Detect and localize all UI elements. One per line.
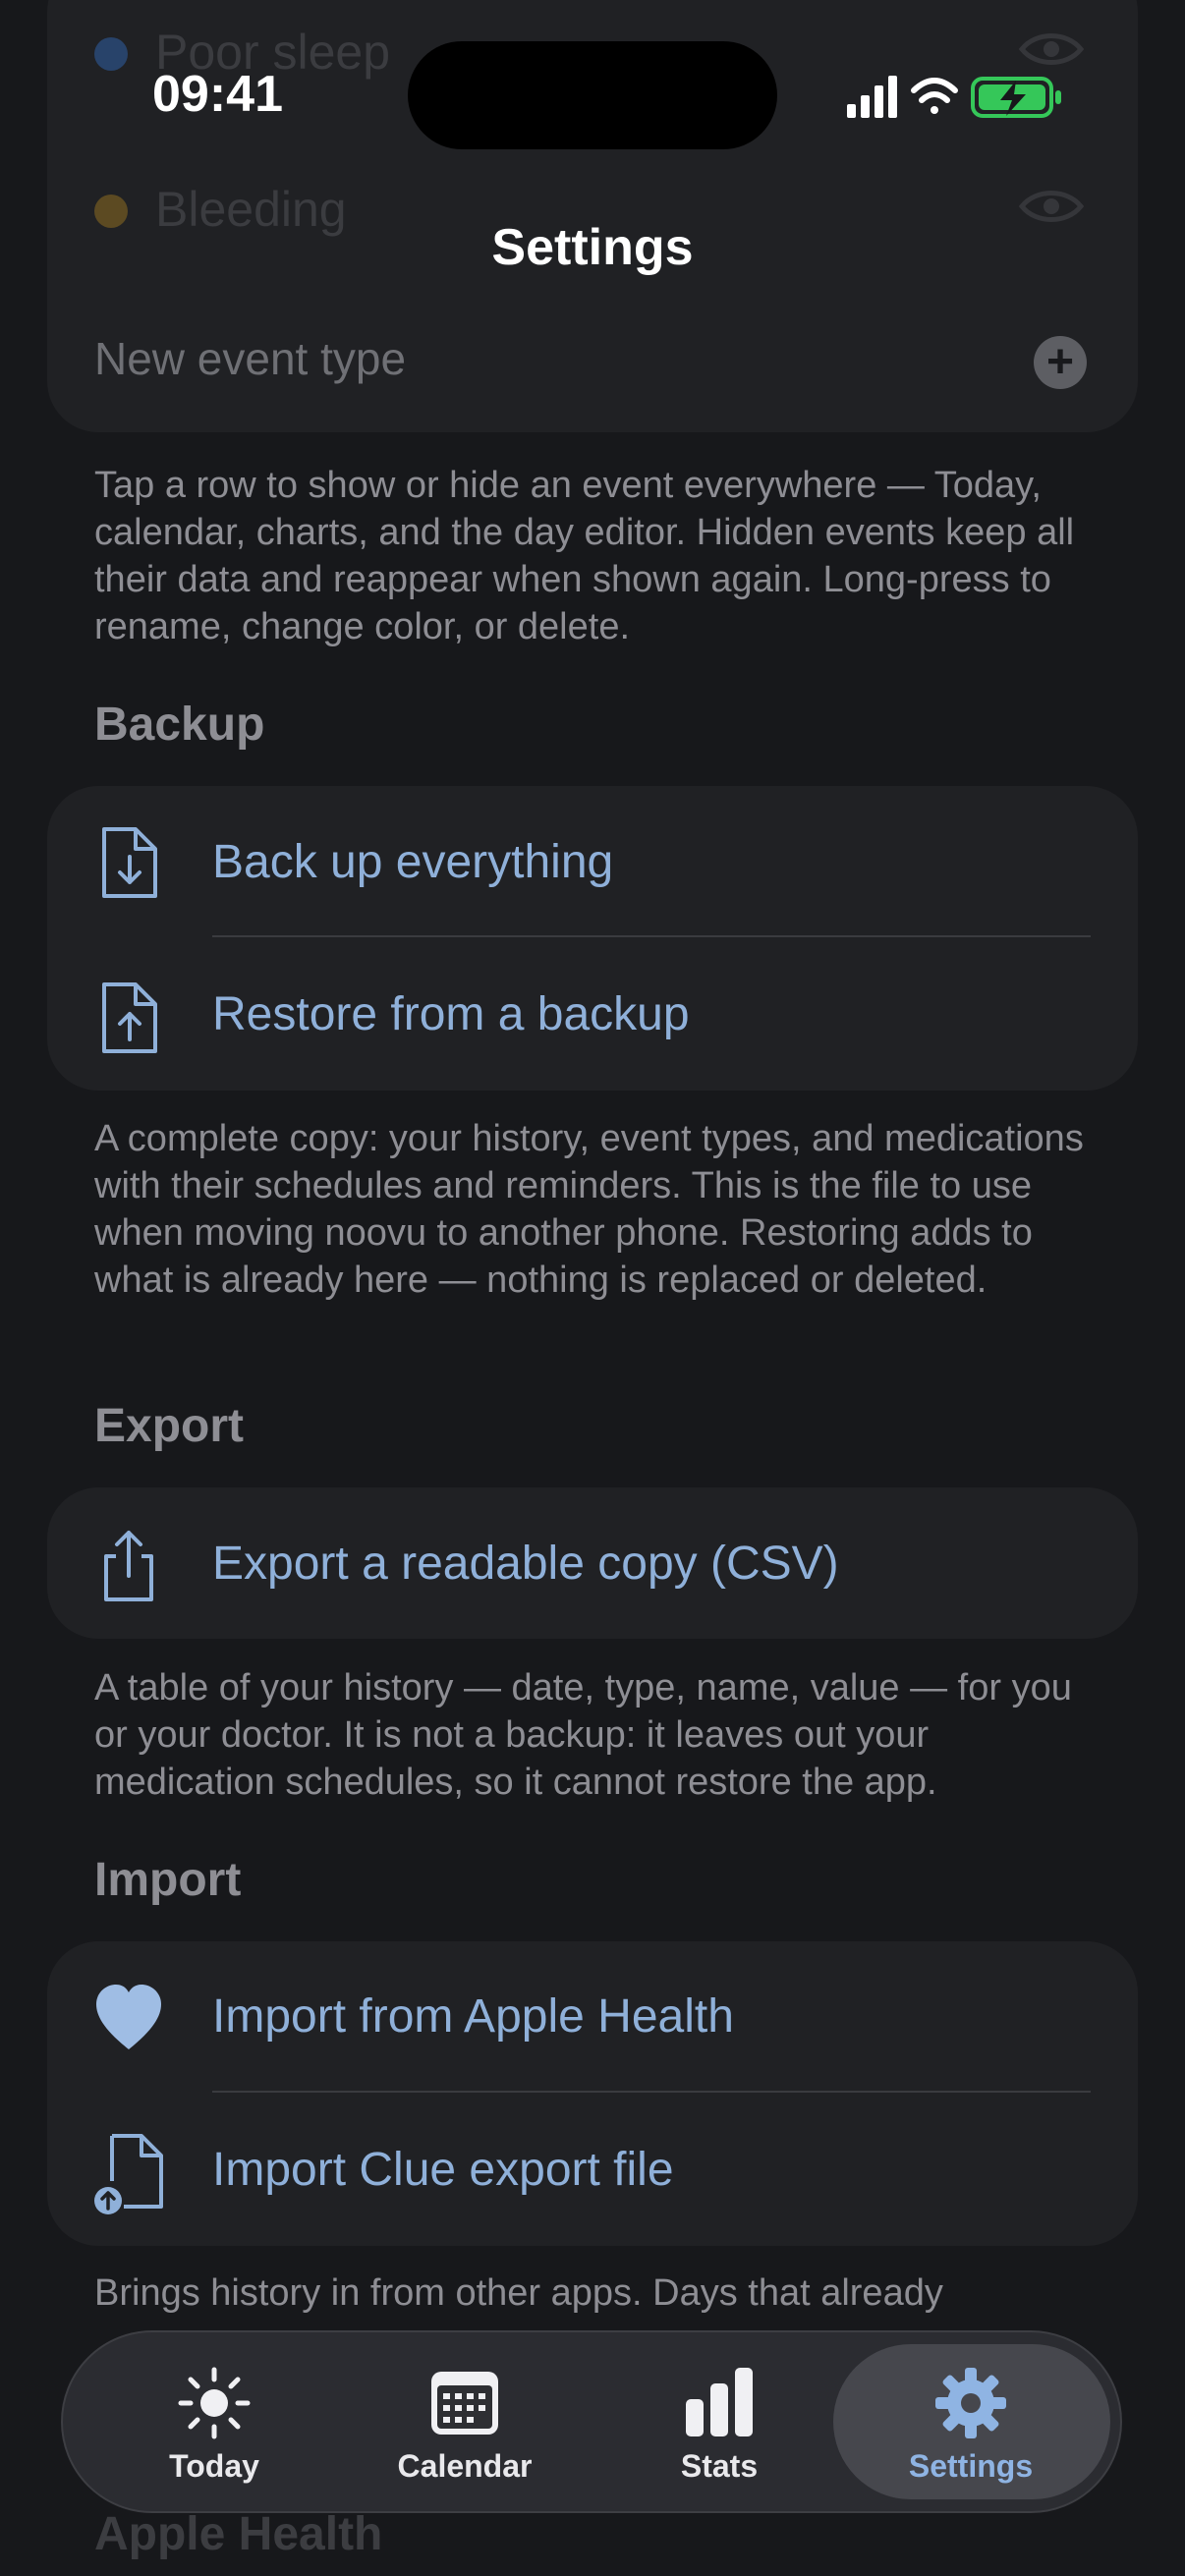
section-title-apple-health: Apple Health: [94, 2508, 383, 2560]
eye-icon[interactable]: [1018, 29, 1085, 69]
import-apple-health-button[interactable]: Import from Apple Health: [212, 1989, 734, 2044]
tab-label: Settings: [908, 2448, 1034, 2484]
wifi-icon: [911, 78, 958, 114]
event-color-dot: [94, 37, 128, 71]
back-up-everything-button[interactable]: Back up everything: [212, 835, 613, 889]
status-time: 09:41: [152, 66, 283, 123]
share-icon: [104, 1531, 153, 1601]
divider: [212, 2091, 1091, 2093]
status-icons: [847, 76, 1061, 118]
tab-label: Today: [169, 2448, 259, 2484]
bar-chart-icon: [686, 2368, 753, 2436]
document-import-icon: [94, 2134, 163, 2214]
tab-today[interactable]: Today: [106, 2358, 322, 2486]
heart-icon: [96, 1985, 161, 2049]
divider: [212, 935, 1091, 937]
add-event-type-button[interactable]: +: [1034, 336, 1087, 389]
document-download-icon: [102, 827, 157, 898]
import-clue-button[interactable]: Import Clue export file: [212, 2143, 674, 2197]
restore-from-backup-button[interactable]: Restore from a backup: [212, 987, 690, 1041]
new-event-type-input[interactable]: New event type: [94, 332, 406, 385]
export-footnote: A table of your history — date, type, na…: [94, 1667, 1072, 1803]
section-title-import: Import: [94, 1854, 242, 1906]
section-title-backup: Backup: [94, 699, 265, 751]
tab-label: Stats: [680, 2448, 759, 2484]
section-title-export: Export: [94, 1400, 245, 1452]
page-title: Settings: [491, 219, 694, 276]
import-card: [47, 1941, 1138, 2246]
events-footnote: Tap a row to show or hide an event every…: [94, 465, 1075, 647]
battery-charging-icon: [971, 77, 1061, 118]
backup-footnote: A complete copy: your history, event typ…: [94, 1118, 1084, 1301]
tab-stats[interactable]: Stats: [611, 2358, 827, 2486]
dynamic-island: [408, 41, 777, 149]
tab-label: Calendar: [397, 2448, 533, 2484]
tab-settings[interactable]: Settings: [863, 2358, 1079, 2486]
export-csv-button[interactable]: Export a readable copy (CSV): [212, 1537, 839, 1591]
gear-icon: [935, 2368, 1006, 2438]
backup-card: [47, 786, 1138, 1091]
sun-icon: [178, 2367, 251, 2439]
cellular-signal-icon: [847, 76, 897, 118]
import-footnote: Brings history in from other apps. Days …: [94, 2272, 943, 2314]
document-upload-icon: [102, 982, 157, 1053]
tab-calendar[interactable]: Calendar: [357, 2358, 573, 2486]
calendar-icon: [431, 2372, 498, 2435]
